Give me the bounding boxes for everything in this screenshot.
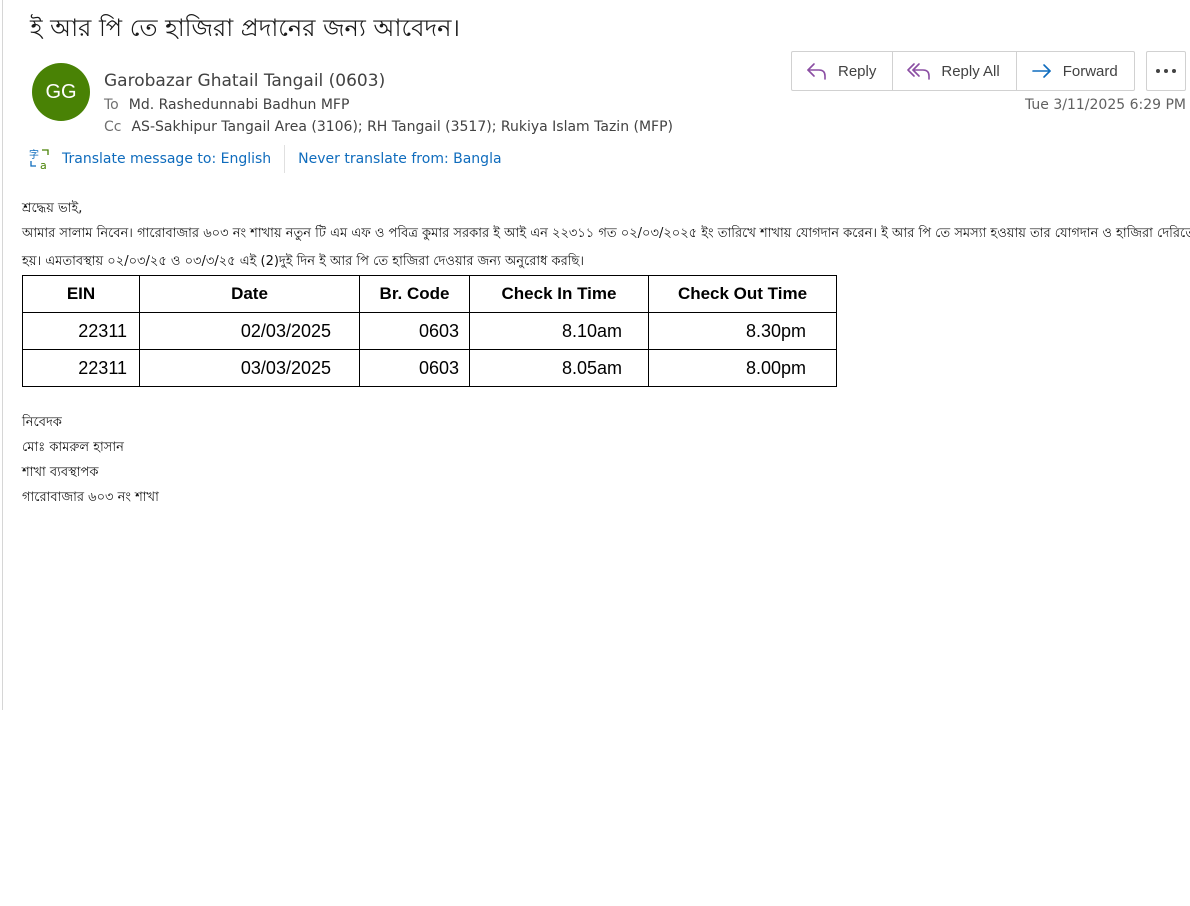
cell-check-out: 8.30pm [648,312,837,350]
message-actions: Reply Reply All Forward [791,51,1135,91]
table-row: 22311 03/03/2025 0603 8.05am 8.00pm [22,349,837,387]
header-date: Date [139,275,360,313]
to-line: To Md. Rashedunnabi Badhun MFP [104,97,349,113]
cell-check-in: 8.05am [469,349,649,387]
more-actions-button[interactable] [1146,51,1186,91]
forward-label: Forward [1062,62,1118,80]
header-branch-code: Br. Code [359,275,470,313]
signature-line-1: নিবেদক [22,415,62,430]
header-check-out: Check Out Time [648,275,837,313]
translate-bar: 字 a Translate message to: English Never … [28,145,502,173]
cc-recipients[interactable]: AS-Sakhipur Tangail Area (3106); RH Tang… [131,119,673,135]
cell-check-in: 8.10am [469,312,649,350]
attendance-table: EIN Date Br. Code Check In Time Check Ou… [22,275,837,387]
sender-avatar[interactable]: GG [32,63,90,121]
reading-pane-divider [2,0,3,710]
sent-datetime: Tue 3/11/2025 6:29 PM [1024,97,1186,113]
signature-title: শাখা ব্যবস্থাপক [22,465,99,480]
email-subject: ই আর পি তে হাজিরা প্রদানের জন্য আবেদন। [30,14,460,42]
header-ein: EIN [22,275,140,313]
reply-all-icon [907,63,931,80]
avatar-initials: GG [45,80,77,103]
more-horizontal-icon [1156,69,1176,73]
cell-ein: 22311 [22,312,140,350]
forward-button[interactable]: Forward [1017,52,1134,90]
translate-icon: 字 a [29,148,49,171]
translate-message-link[interactable]: Translate message to: English [62,151,271,167]
to-label: To [104,97,119,113]
body-greeting: শ্রদ্ধেয় ভাই, [22,201,83,216]
svg-text:字: 字 [29,148,39,161]
cc-line: Cc AS-Sakhipur Tangail Area (3106); RH Ta… [104,119,673,135]
reply-label: Reply [838,62,877,80]
reply-all-button[interactable]: Reply All [893,52,1017,90]
table-header-row: EIN Date Br. Code Check In Time Check Ou… [22,275,837,313]
body-paragraph-1: আমার সালাম নিবেন। গারোবাজার ৬০৩ নং শাখায… [22,226,1190,241]
body-paragraph-2: হয়। এমতাবস্থায় ০২/০৩/২৫ ও ০৩/৩/২৫ এই (… [22,254,585,269]
cell-check-out: 8.00pm [648,349,837,387]
signature-branch: গারোবাজার ৬০৩ নং শাখা [22,490,159,505]
cell-ein: 22311 [22,349,140,387]
table-row: 22311 02/03/2025 0603 8.10am 8.30pm [22,312,837,350]
sender-name[interactable]: Garobazar Ghatail Tangail (0603) [104,71,385,91]
cell-branch-code: 0603 [359,349,470,387]
cc-label: Cc [104,119,122,135]
svg-text:a: a [40,159,47,171]
cell-date: 02/03/2025 [139,312,360,350]
cell-date: 03/03/2025 [139,349,360,387]
reply-button[interactable]: Reply [792,52,894,90]
signature-name: মোঃ কামরুল হাসান [22,440,124,455]
reply-icon [807,63,826,80]
never-translate-link[interactable]: Never translate from: Bangla [298,151,501,167]
forward-icon [1031,64,1051,78]
cell-branch-code: 0603 [359,312,470,350]
to-recipient[interactable]: Md. Rashedunnabi Badhun MFP [129,97,350,113]
translate-separator [284,145,286,173]
reply-all-label: Reply All [941,62,1000,80]
header-check-in: Check In Time [469,275,649,313]
